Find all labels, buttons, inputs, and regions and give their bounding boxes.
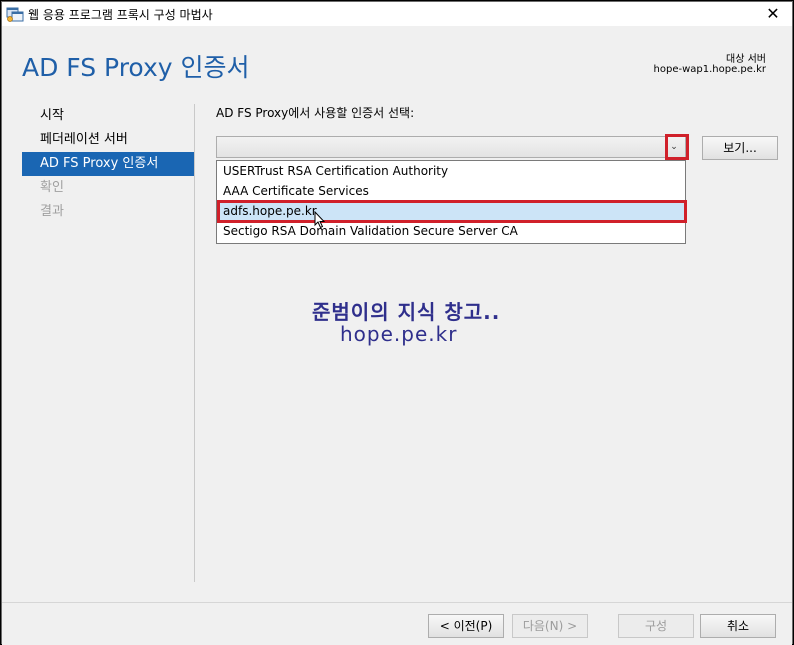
view-certificate-button[interactable]: 보기... [702,136,778,160]
page-header: AD FS Proxy 인증서 대상 서버 hope-wap1.hope.pe.… [2,26,792,92]
destination-server-label: 대상 서버 [726,54,766,65]
nav-item-results: 결과 [40,204,64,219]
nav-item-adfs-proxy-certificate[interactable]: AD FS Proxy 인증서 [22,152,194,176]
dropdown-arrow-highlight [665,134,689,160]
cancel-button[interactable]: 취소 [700,614,776,638]
mouse-cursor-icon [314,211,326,229]
next-button: 다음(N) > [512,614,588,638]
nav-item-federation-server[interactable]: 페더레이션 서버 [22,128,194,152]
configure-button: 구성 [618,614,694,638]
nav-item-start[interactable]: 시작 [22,104,194,128]
certificate-option[interactable]: Sectigo RSA Domain Validation Secure Ser… [217,221,685,241]
page-title: AD FS Proxy 인증서 [22,53,250,82]
previous-button[interactable]: < 이전(P) [428,614,504,638]
wizard-window: 웹 응용 프로그램 프록시 구성 마법사 ✕ AD FS Proxy 인증서 대… [1,1,793,645]
certificate-option[interactable]: USERTrust RSA Certification Authority [217,161,685,181]
certificate-select[interactable]: ⌄ [216,136,686,158]
title-bar: 웹 응용 프로그램 프록시 구성 마법사 ✕ [2,2,792,26]
window-title: 웹 응용 프로그램 프록시 구성 마법사 [28,8,213,22]
selected-option-highlight [217,200,687,223]
app-icon [6,7,24,22]
nav-item-confirmation: 확인 [40,180,64,195]
certificate-prompt-label: AD FS Proxy에서 사용할 인증서 선택: [216,106,415,120]
wizard-steps-nav: 시작 페더레이션 서버 AD FS Proxy 인증서 확인 결과 [22,104,194,224]
close-icon[interactable]: ✕ [758,2,788,26]
destination-server-name: hope-wap1.hope.pe.kr [653,64,766,75]
certificate-option[interactable]: AAA Certificate Services [217,181,685,201]
wizard-footer: < 이전(P) 다음(N) > 구성 취소 [2,603,792,645]
nav-divider [194,104,195,582]
